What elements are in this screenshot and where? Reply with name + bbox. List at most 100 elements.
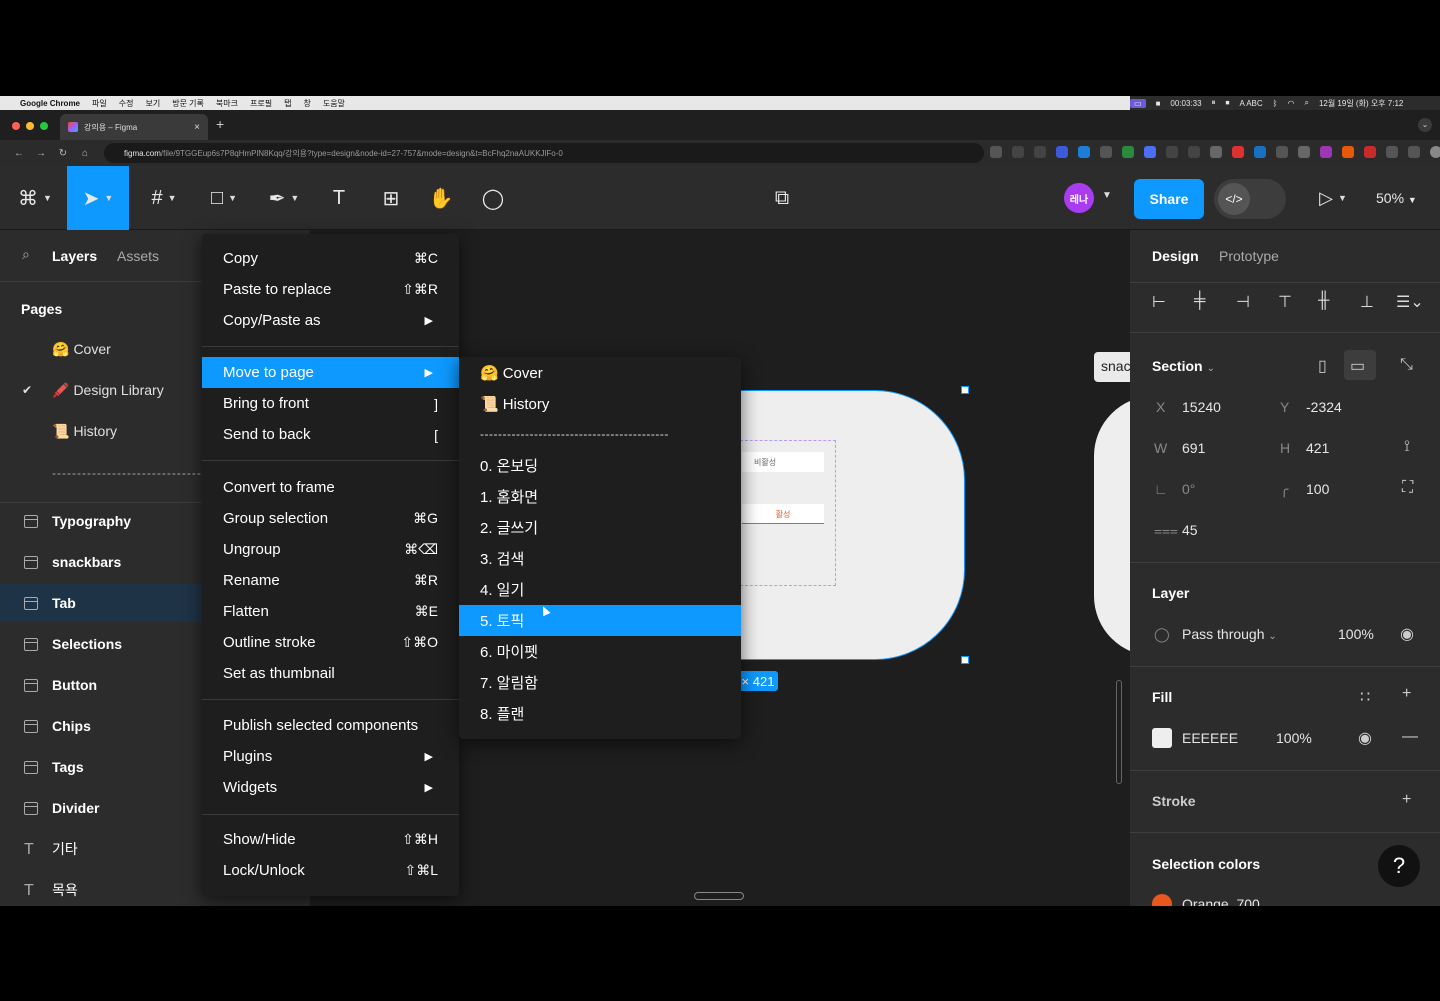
extension-icon[interactable] (1254, 146, 1266, 158)
minimize-window-button[interactable] (26, 122, 34, 130)
submenu-separator-page[interactable]: ----------------------------------------… (480, 427, 722, 441)
fill-color-swatch[interactable] (1152, 728, 1172, 748)
submenu-item-page[interactable]: 4. 일기 (459, 574, 741, 605)
search-icon[interactable]: ⌕ (22, 246, 30, 263)
main-menu-button[interactable]: ⌘ ▼ (10, 166, 60, 230)
menu-help[interactable]: 도움말 (323, 98, 345, 109)
menu-item-send-to-back[interactable]: Send to back [ (202, 419, 459, 450)
resize-handle[interactable] (961, 386, 969, 394)
tab-layers[interactable]: Layers (52, 248, 97, 264)
screen-record-icon[interactable]: ▭ (1130, 98, 1146, 108)
file-name-button[interactable]: ⧉ (760, 166, 804, 230)
menu-tab[interactable]: 탭 (284, 98, 291, 109)
menu-view[interactable]: 보기 (145, 98, 160, 109)
corner-radius-input[interactable]: 100 (1306, 481, 1329, 497)
fill-opacity-input[interactable]: 100% (1276, 730, 1312, 746)
shape-tool-button[interactable]: □ ▼ (198, 166, 250, 230)
horizontal-scrollbar[interactable] (694, 892, 744, 900)
submenu-item-page[interactable]: 8. 플랜 (459, 698, 741, 729)
extensions-puzzle-icon[interactable] (1386, 146, 1398, 158)
menu-item-widgets[interactable]: Widgets ▶ (202, 772, 459, 803)
close-window-button[interactable] (12, 122, 20, 130)
close-tab-icon[interactable]: × (194, 122, 200, 133)
collapse-icon[interactable]: ⤡ (1400, 356, 1413, 374)
x-input[interactable]: 15240 (1182, 399, 1221, 415)
extension-icon[interactable] (1100, 146, 1112, 158)
y-input[interactable]: -2324 (1306, 399, 1342, 415)
extension-icon[interactable] (1078, 146, 1090, 158)
menu-bookmarks[interactable]: 북마크 (216, 98, 238, 109)
submenu-item-page[interactable]: 6. 마이펫 (459, 636, 741, 667)
move-tool-button[interactable]: ➤ ▼ (67, 166, 129, 230)
resize-handle[interactable] (961, 656, 969, 664)
align-left-icon[interactable]: ⊢ (1152, 292, 1166, 312)
frame-tool-button[interactable]: # ▼ (138, 166, 190, 230)
present-button[interactable]: ▷ ▼ (1310, 166, 1356, 230)
reload-icon[interactable]: ↻ (52, 148, 74, 159)
align-top-icon[interactable]: ⊤ (1278, 292, 1292, 312)
blend-mode-dropdown[interactable]: Pass through ⌄ (1182, 626, 1277, 642)
pen-tool-button[interactable]: ✒ ▼ (258, 166, 310, 230)
extension-icon[interactable] (1056, 146, 1068, 158)
add-stroke-icon[interactable]: + (1402, 791, 1411, 809)
submenu-item-history[interactable]: 📜 History (459, 388, 741, 419)
tab-design[interactable]: Design (1152, 248, 1199, 264)
tab-inactive[interactable]: 비활성 (742, 452, 824, 472)
menu-item-ungroup[interactable]: Ungroup ⌘⌫ (202, 534, 459, 565)
submenu-item-page-highlighted[interactable]: 5. 토픽 (459, 605, 741, 636)
menu-item-group-selection[interactable]: Group selection ⌘G (202, 503, 459, 534)
share-button[interactable]: Share (1134, 179, 1204, 219)
stop-icon[interactable]: ⏹ (1226, 98, 1230, 108)
submenu-item-cover[interactable]: 🤗 Cover (459, 357, 741, 388)
menu-item-publish-selected-components[interactable]: Publish selected components (202, 710, 459, 741)
submenu-item-page[interactable]: 0. 온보딩 (459, 450, 741, 481)
independent-corners-icon[interactable]: ⛶ (1402, 479, 1413, 497)
menu-profile[interactable]: 프로필 (250, 98, 272, 109)
extension-icon[interactable] (1320, 146, 1332, 158)
eye-icon[interactable]: ◉ (1358, 728, 1372, 748)
back-icon[interactable]: ← (8, 148, 30, 159)
height-input[interactable]: 421 (1306, 440, 1329, 456)
menu-item-outline-stroke[interactable]: Outline stroke ⇧⌘O (202, 627, 459, 658)
extension-icon[interactable] (1166, 146, 1178, 158)
submenu-item-page[interactable]: 1. 홈화면 (459, 481, 741, 512)
layer-opacity-input[interactable]: 100% (1338, 626, 1374, 642)
submenu-item-page[interactable]: 2. 글쓰기 (459, 512, 741, 543)
bluetooth-icon[interactable]: ᛒ (1273, 99, 1278, 108)
section-type-dropdown[interactable]: Section ⌄ (1152, 358, 1215, 374)
menu-item-lock-unlock[interactable]: Lock/Unlock ⇧⌘L (202, 855, 459, 886)
tab-search-icon[interactable]: ⌄ (1418, 118, 1432, 132)
search-icon[interactable]: ⌕ (1304, 98, 1308, 108)
extension-icon[interactable] (1210, 146, 1222, 158)
menu-item-bring-to-front[interactable]: Bring to front] (202, 388, 459, 419)
menu-history[interactable]: 방문 기록 (172, 98, 204, 109)
comment-tool-button[interactable]: ◯ (472, 166, 514, 230)
menu-item-rename[interactable]: Rename ⌘R (202, 565, 459, 596)
extension-icon[interactable] (1188, 146, 1200, 158)
submenu-item-page[interactable]: 3. 검색 (459, 543, 741, 574)
selection-color-name[interactable]: Orange_700 (1182, 896, 1260, 906)
menu-item-flatten[interactable]: Flatten ⌘E (202, 596, 459, 627)
browser-tab[interactable]: 강의용 – Figma × (60, 114, 208, 140)
text-tool-button[interactable]: T (318, 166, 360, 230)
zoom-icon[interactable] (1012, 146, 1024, 158)
pause-icon[interactable]: ⏸ (1212, 98, 1216, 108)
zoom-window-button[interactable] (40, 122, 48, 130)
extension-icon[interactable] (1276, 146, 1288, 158)
input-source[interactable]: A ABC (1240, 99, 1263, 108)
camera-icon[interactable]: ■ (1156, 99, 1161, 108)
hand-tool-button[interactable]: ✋ (420, 166, 462, 230)
extension-icon[interactable] (1298, 146, 1310, 158)
menu-item-set-as-thumbnail[interactable]: Set as thumbnail (202, 658, 459, 689)
submenu-item-page[interactable]: 7. 알림함 (459, 667, 741, 698)
tab-active[interactable]: 활성 (742, 504, 824, 524)
align-bottom-icon[interactable]: ⊥ (1360, 292, 1374, 312)
menu-app[interactable]: Google Chrome (20, 99, 80, 108)
remove-fill-icon[interactable]: — (1402, 728, 1418, 746)
distribute-icon[interactable]: ☰⌄ (1396, 292, 1424, 312)
menu-item-copy[interactable]: Copy ⌘C (202, 243, 459, 274)
section-title-snackbars[interactable]: snac (1094, 352, 1130, 382)
menu-item-move-to-page[interactable]: Move to page ▶ (202, 357, 459, 388)
screenshot-icon[interactable] (990, 146, 1002, 158)
selection-color-swatch[interactable] (1152, 894, 1172, 906)
